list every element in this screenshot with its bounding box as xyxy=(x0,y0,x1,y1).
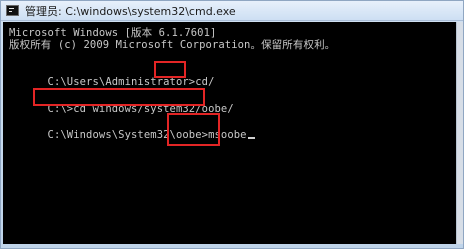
command-prompt-icon xyxy=(6,5,19,16)
cmd-window: 管理员: C:\windows\system32\cmd.exe Microso… xyxy=(0,0,464,249)
highlight-box-2 xyxy=(33,88,205,106)
text-cursor xyxy=(247,137,255,139)
highlight-box-1 xyxy=(154,61,186,78)
version-line: Microsoft Windows [版本 6.1.7601] xyxy=(9,27,217,39)
console-area[interactable]: Microsoft Windows [版本 6.1.7601] 版权所有 (c)… xyxy=(3,22,458,244)
command-1: cd/ xyxy=(195,76,215,88)
scrollbar[interactable] xyxy=(456,22,463,244)
copyright-line: 版权所有 (c) 2009 Microsoft Corporation。保留所有… xyxy=(9,39,336,51)
window-title: 管理员: C:\windows\system32\cmd.exe xyxy=(25,4,236,18)
title-bar[interactable]: 管理员: C:\windows\system32\cmd.exe xyxy=(1,1,463,21)
highlight-box-3 xyxy=(167,113,220,146)
